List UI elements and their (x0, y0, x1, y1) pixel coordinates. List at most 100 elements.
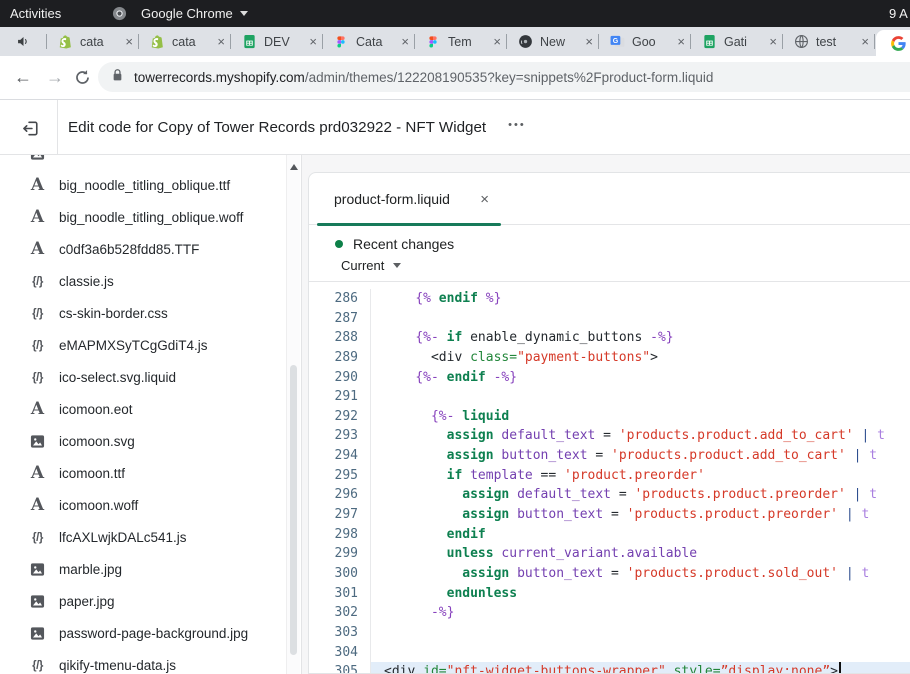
tab-close-icon[interactable]: × (585, 34, 593, 49)
code-line[interactable]: 293 assign default_text = 'products.prod… (309, 426, 910, 446)
code-line[interactable]: 290 {%- endif -%} (309, 368, 910, 388)
code-line-content[interactable]: assign default_text = 'products.product.… (371, 485, 910, 505)
line-number: 299 (309, 544, 371, 564)
code-line[interactable]: 299 unless current_variant.available (309, 544, 910, 564)
code-line[interactable]: 302 -%} (309, 603, 910, 623)
code-line[interactable]: 301 endunless (309, 584, 910, 604)
file-list-item[interactable]: Ac0df3a6b528fdd85.TTF (0, 234, 301, 266)
font-file-icon: A (28, 209, 47, 226)
code-line[interactable]: 298 endif (309, 525, 910, 545)
file-list-item[interactable] (0, 155, 301, 170)
scrollbar-thumb[interactable] (290, 365, 297, 655)
browser-tab[interactable]: Tem× (415, 27, 507, 56)
code-line[interactable]: 300 assign button_text = 'products.produ… (309, 564, 910, 584)
file-list-item[interactable]: marble.jpg (0, 554, 301, 586)
back-button[interactable]: ← (14, 56, 32, 99)
code-line-content[interactable]: assign button_text = 'products.product.s… (371, 564, 910, 584)
file-list-item[interactable]: Abig_noodle_titling_oblique.woff (0, 202, 301, 234)
file-tab-close-icon[interactable]: × (480, 191, 489, 208)
file-sidebar: Abig_noodle_titling_oblique.ttfAbig_nood… (0, 155, 302, 674)
browser-tab[interactable]: cata× (139, 27, 231, 56)
address-bar[interactable]: towerrecords.myshopify.com/admin/themes/… (98, 62, 910, 92)
scroll-up-icon[interactable] (290, 164, 298, 170)
font-file-icon: A (28, 177, 47, 194)
tab-close-icon[interactable]: × (309, 34, 317, 49)
browser-tab-active[interactable] (876, 30, 910, 56)
browser-tab[interactable]: test× (783, 27, 875, 56)
browser-tab[interactable]: Gati× (691, 27, 783, 56)
code-line[interactable]: 292 {%- liquid (309, 407, 910, 427)
editor-file-tab[interactable]: product-form.liquid × (309, 173, 509, 225)
file-list-item[interactable]: {/}eMAPMXSyTCgGdiT4.js (0, 330, 301, 362)
version-dropdown[interactable]: Current (341, 258, 910, 273)
file-list-item[interactable]: Aicomoon.eot (0, 394, 301, 426)
code-line[interactable]: 288 {%- if enable_dynamic_buttons -%} (309, 328, 910, 348)
code-line[interactable]: 295 if template == 'product.preorder' (309, 466, 910, 486)
code-line-content[interactable]: <div id="nft-widget-buttons-wrapper" sty… (371, 662, 910, 673)
tab-close-icon[interactable]: × (769, 34, 777, 49)
code-line-content[interactable] (371, 309, 910, 329)
exit-editor-button[interactable] (19, 117, 41, 139)
audio-indicator-icon[interactable] (0, 27, 47, 56)
code-line-content[interactable]: endif (371, 525, 910, 545)
code-line[interactable]: 297 assign button_text = 'products.produ… (309, 505, 910, 525)
browser-tab[interactable]: Cata× (323, 27, 415, 56)
code-line[interactable]: 305<div id="nft-widget-buttons-wrapper" … (309, 662, 910, 673)
code-line[interactable]: 287 (309, 309, 910, 329)
tab-close-icon[interactable]: × (493, 34, 501, 49)
tab-close-icon[interactable]: × (677, 34, 685, 49)
browser-tab[interactable]: New× (507, 27, 599, 56)
code-line[interactable]: 294 assign button_text = 'products.produ… (309, 446, 910, 466)
code-line-content[interactable]: {%- endif -%} (371, 368, 910, 388)
browser-tab[interactable]: DEV× (231, 27, 323, 56)
code-line[interactable]: 289 <div class="payment-buttons"> (309, 348, 910, 368)
code-line-content[interactable]: <div class="payment-buttons"> (371, 348, 910, 368)
file-list-item[interactable]: {/}ico-select.svg.liquid (0, 362, 301, 394)
code-line-content[interactable]: unless current_variant.available (371, 544, 910, 564)
file-list-item[interactable]: Abig_noodle_titling_oblique.ttf (0, 170, 301, 202)
code-editor[interactable]: 286 {% endif %}287288 {%- if enable_dyna… (309, 283, 910, 673)
reload-button[interactable] (74, 69, 91, 91)
file-list-item[interactable]: paper.jpg (0, 586, 301, 618)
file-list-item[interactable]: {/}cs-skin-border.css (0, 298, 301, 330)
file-list-item[interactable]: password-page-background.jpg (0, 618, 301, 650)
font-file-icon: A (28, 465, 47, 482)
code-line-content[interactable]: {% endif %} (371, 289, 910, 309)
code-line[interactable]: 286 {% endif %} (309, 289, 910, 309)
code-line-content[interactable]: {%- if enable_dynamic_buttons -%} (371, 328, 910, 348)
browser-tab[interactable]: GGoo× (599, 27, 691, 56)
more-actions-button[interactable]: ••• (508, 119, 526, 135)
code-line[interactable]: 291 (309, 387, 910, 407)
tab-close-icon[interactable]: × (217, 34, 225, 49)
tab-close-icon[interactable]: × (125, 34, 133, 49)
tab-close-icon[interactable]: × (861, 34, 869, 49)
file-list-item[interactable]: {/}lfcAXLwjkDALc541.js (0, 522, 301, 554)
code-line[interactable]: 296 assign default_text = 'products.prod… (309, 485, 910, 505)
lock-icon[interactable] (112, 68, 123, 87)
code-line-content[interactable]: assign default_text = 'products.product.… (371, 426, 910, 446)
code-line[interactable]: 304 (309, 643, 910, 663)
app-menu[interactable]: Google Chrome (111, 6, 248, 22)
code-line-content[interactable] (371, 387, 910, 407)
code-line-content[interactable] (371, 643, 910, 663)
browser-tab[interactable]: cata× (47, 27, 139, 56)
code-line-content[interactable]: endunless (371, 584, 910, 604)
file-list-item[interactable]: Aicomoon.ttf (0, 458, 301, 490)
code-line[interactable]: 303 (309, 623, 910, 643)
code-line-content[interactable]: assign button_text = 'products.product.p… (371, 505, 910, 525)
sidebar-scrollbar[interactable] (286, 155, 300, 674)
code-line-content[interactable]: -%} (371, 603, 910, 623)
code-line-content[interactable] (371, 623, 910, 643)
tab-close-icon[interactable]: × (401, 34, 409, 49)
file-list-item[interactable]: {/}classie.js (0, 266, 301, 298)
activities-button[interactable]: Activities (10, 6, 61, 21)
code-line-content[interactable]: if template == 'product.preorder' (371, 466, 910, 486)
code-line-content[interactable]: {%- liquid (371, 407, 910, 427)
file-list-item[interactable]: icomoon.svg (0, 426, 301, 458)
forward-button[interactable]: → (46, 56, 64, 99)
browser-tab-label: DEV (264, 35, 306, 49)
file-list-item[interactable]: Aicomoon.woff (0, 490, 301, 522)
file-list-item[interactable]: {/}qikify-tmenu-data.js (0, 650, 301, 674)
code-line-content[interactable]: assign button_text = 'products.product.a… (371, 446, 910, 466)
file-name: qikify-tmenu-data.js (59, 658, 176, 673)
